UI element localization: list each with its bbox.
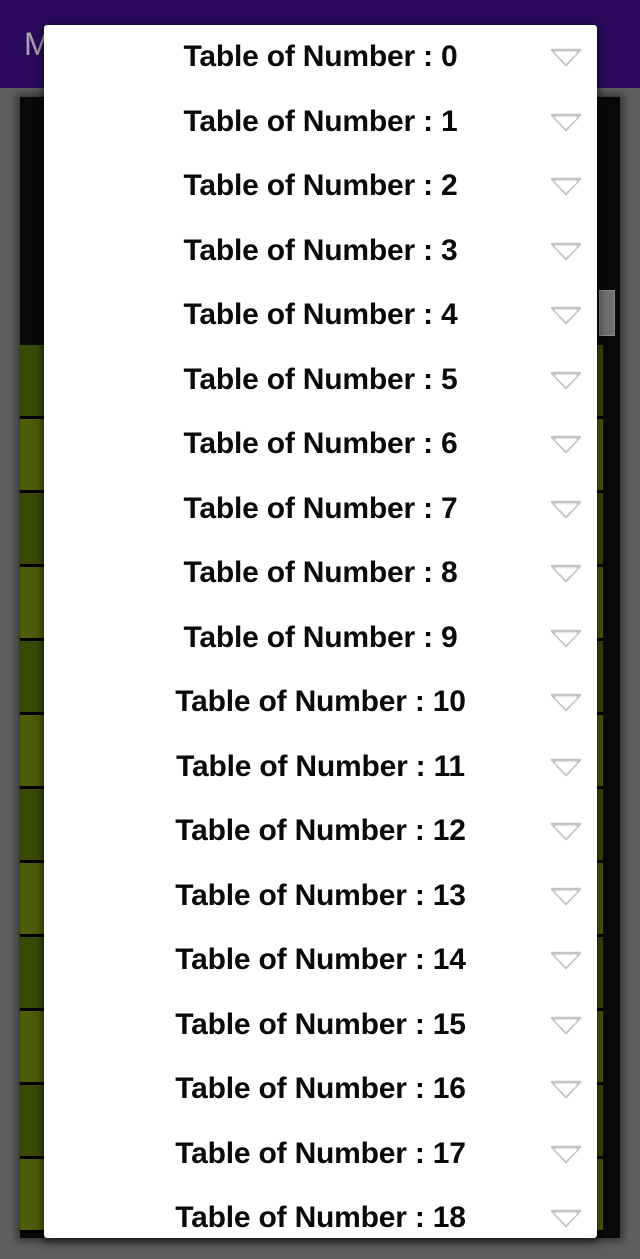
dropdown-option[interactable]: Table of Number : 9 xyxy=(44,606,597,671)
chevron-down-icon[interactable] xyxy=(549,628,583,648)
dropdown-option-label: Table of Number : 11 xyxy=(176,749,465,783)
dropdown-option-label: Table of Number : 8 xyxy=(183,556,458,590)
chevron-down-icon[interactable] xyxy=(549,821,583,841)
chevron-down-icon[interactable] xyxy=(549,886,583,906)
dropdown-option-label: Table of Number : 13 xyxy=(175,878,466,912)
dropdown-option-label: Table of Number : 10 xyxy=(175,685,466,719)
dropdown-option-list: Table of Number : 0 Table of Number : 1 Ta… xyxy=(44,25,597,1238)
chevron-down-icon[interactable] xyxy=(549,1144,583,1164)
dropdown-option[interactable]: Table of Number : 18 xyxy=(44,1186,597,1238)
chevron-down-icon[interactable] xyxy=(549,434,583,454)
dropdown-option-label: Table of Number : 4 xyxy=(183,298,458,332)
dropdown-option-label: Table of Number : 0 xyxy=(183,40,458,74)
dropdown-option[interactable]: Table of Number : 16 xyxy=(44,1057,597,1122)
dropdown-option[interactable]: Table of Number : 5 xyxy=(44,348,597,413)
dropdown-option[interactable]: Table of Number : 3 xyxy=(44,219,597,284)
dropdown-option[interactable]: Table of Number : 6 xyxy=(44,412,597,477)
dropdown-option[interactable]: Table of Number : 17 xyxy=(44,1122,597,1187)
dropdown-scrim[interactable]: Table of Number : 0 Table of Number : 1 Ta… xyxy=(0,0,640,1259)
chevron-down-icon[interactable] xyxy=(549,757,583,777)
chevron-down-icon[interactable] xyxy=(549,176,583,196)
dropdown-option-label: Table of Number : 18 xyxy=(175,1201,466,1235)
dropdown-option-label: Table of Number : 15 xyxy=(175,1007,466,1041)
chevron-down-icon[interactable] xyxy=(549,1079,583,1099)
dropdown-option[interactable]: Table of Number : 0 xyxy=(44,25,597,90)
chevron-down-icon[interactable] xyxy=(549,950,583,970)
dropdown-option-label: Table of Number : 12 xyxy=(175,814,466,848)
chevron-down-icon[interactable] xyxy=(549,370,583,390)
dropdown-option[interactable]: Table of Number : 12 xyxy=(44,799,597,864)
dropdown-option-label: Table of Number : 2 xyxy=(183,169,458,203)
chevron-down-icon[interactable] xyxy=(549,112,583,132)
dropdown-option-label: Table of Number : 1 xyxy=(183,104,458,138)
dropdown-option-label: Table of Number : 5 xyxy=(183,362,458,396)
chevron-down-icon[interactable] xyxy=(549,692,583,712)
dropdown-option[interactable]: Table of Number : 8 xyxy=(44,541,597,606)
chevron-down-icon[interactable] xyxy=(549,241,583,261)
dropdown-option[interactable]: Table of Number : 10 xyxy=(44,670,597,735)
dropdown-option-label: Table of Number : 7 xyxy=(183,491,458,525)
dropdown-option-label: Table of Number : 16 xyxy=(175,1072,466,1106)
dropdown-option[interactable]: Table of Number : 11 xyxy=(44,735,597,800)
dropdown-option-label: Table of Number : 3 xyxy=(183,233,458,267)
dropdown-option-label: Table of Number : 17 xyxy=(175,1136,466,1170)
dropdown-option[interactable]: Table of Number : 1 xyxy=(44,90,597,155)
dropdown-option[interactable]: Table of Number : 2 xyxy=(44,154,597,219)
dropdown-option[interactable]: Table of Number : 14 xyxy=(44,928,597,993)
dropdown-option[interactable]: Table of Number : 15 xyxy=(44,993,597,1058)
chevron-down-icon[interactable] xyxy=(549,563,583,583)
dropdown-option-label: Table of Number : 9 xyxy=(183,620,458,654)
chevron-down-icon[interactable] xyxy=(549,47,583,67)
chevron-down-icon[interactable] xyxy=(549,499,583,519)
dropdown-option[interactable]: Table of Number : 4 xyxy=(44,283,597,348)
dropdown-panel: Table of Number : 0 Table of Number : 1 Ta… xyxy=(44,25,597,1238)
dropdown-option[interactable]: Table of Number : 13 xyxy=(44,864,597,929)
dropdown-option-label: Table of Number : 14 xyxy=(175,943,466,977)
chevron-down-icon[interactable] xyxy=(549,1208,583,1228)
chevron-down-icon[interactable] xyxy=(549,1015,583,1035)
dropdown-option[interactable]: Table of Number : 7 xyxy=(44,477,597,542)
dropdown-option-label: Table of Number : 6 xyxy=(183,427,458,461)
chevron-down-icon[interactable] xyxy=(549,305,583,325)
